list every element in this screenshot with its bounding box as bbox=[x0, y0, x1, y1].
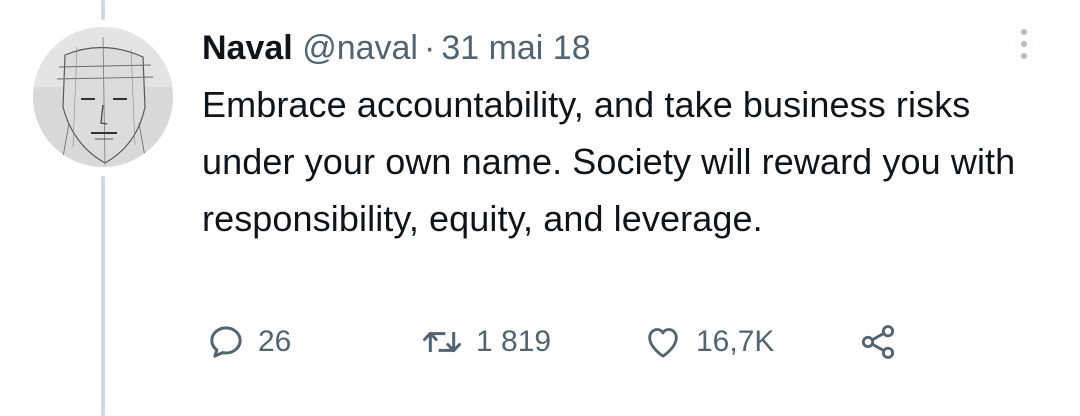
tweet-header: Naval @naval · 31 mai 18 bbox=[202, 26, 591, 70]
retweet-button[interactable]: 1 819 bbox=[420, 318, 551, 366]
share-icon bbox=[861, 325, 895, 359]
reply-button[interactable]: 26 bbox=[206, 318, 291, 366]
user-handle[interactable]: @naval bbox=[302, 29, 418, 67]
tweet-date[interactable]: 31 mai 18 bbox=[441, 29, 590, 67]
heart-icon bbox=[648, 328, 678, 358]
thread-line-bottom bbox=[101, 176, 105, 416]
avatar[interactable] bbox=[33, 27, 173, 167]
thread-line-top bbox=[101, 0, 105, 20]
reply-count: 26 bbox=[258, 325, 292, 358]
like-count: 16,7K bbox=[696, 325, 775, 358]
tweet-actions: 26 1 819 16,7K bbox=[202, 318, 962, 366]
separator-dot: · bbox=[423, 29, 436, 67]
sketch-face-avatar-icon bbox=[33, 27, 173, 167]
more-options-icon[interactable] bbox=[1010, 24, 1038, 64]
share-button[interactable] bbox=[858, 318, 898, 366]
display-name[interactable]: Naval bbox=[202, 29, 293, 67]
retweet-icon bbox=[423, 331, 461, 353]
reply-icon bbox=[210, 326, 242, 358]
retweet-count: 1 819 bbox=[476, 325, 552, 358]
like-button[interactable]: 16,7K bbox=[642, 318, 774, 366]
tweet-text: Embrace accountability, and take busines… bbox=[202, 84, 1016, 239]
